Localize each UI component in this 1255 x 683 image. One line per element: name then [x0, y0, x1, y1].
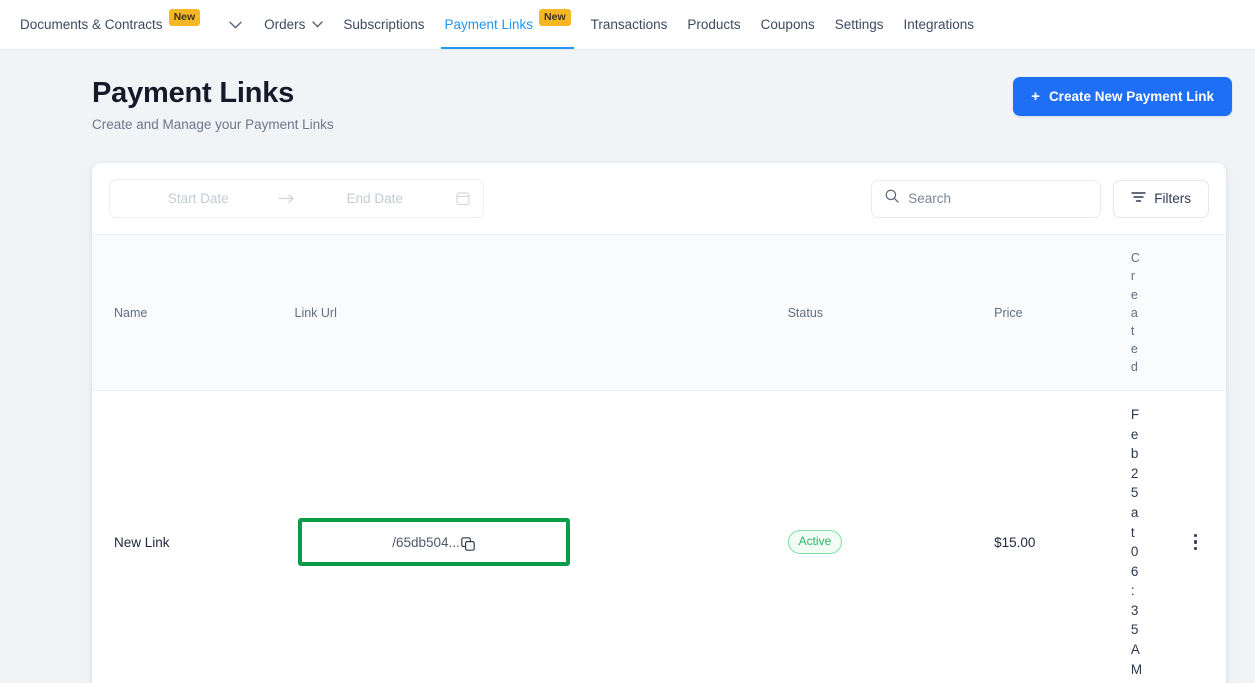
create-new-payment-link-label: Create New Payment Link	[1048, 89, 1214, 104]
nav-item-label: Transactions	[590, 17, 668, 32]
chevron-down-icon	[312, 21, 324, 28]
page-header-text: Payment Links Create and Manage your Pay…	[92, 77, 334, 132]
column-header-actions	[1165, 234, 1226, 392]
start-date-input[interactable]: Start Date	[123, 191, 274, 206]
nav-item-documents-and-contracts[interactable]: Documents & Contracts New	[10, 0, 210, 49]
page-content: Payment Links Create and Manage your Pay…	[0, 50, 1255, 683]
cell-link-url: /65db504...	[294, 390, 788, 683]
page-title: Payment Links	[92, 77, 295, 109]
column-header-price[interactable]: Price	[994, 234, 1131, 392]
link-url-wrapper: /65db504...	[295, 518, 788, 567]
column-header-created[interactable]: Created	[1130, 234, 1166, 392]
column-header-link-url[interactable]: Link Url	[294, 234, 788, 392]
cell-name: New Link	[92, 390, 295, 683]
new-badge: New	[539, 8, 571, 27]
nav-item-label: Coupons	[760, 17, 815, 32]
nav-item-payment-links[interactable]: Payment Links New	[434, 0, 580, 49]
copy-icon[interactable]	[460, 537, 475, 551]
kebab-dot	[1193, 546, 1198, 551]
table-header-row: Name Link Url Status Price Created	[92, 234, 1226, 392]
page-header: Payment Links Create and Manage your Pay…	[0, 50, 1255, 132]
active-tab-underline	[441, 47, 574, 49]
calendar-icon[interactable]	[450, 191, 470, 206]
nav-item-label: Orders	[264, 17, 306, 32]
nav-item-orders[interactable]: Orders	[254, 0, 333, 49]
cell-created: Feb 25 at 06:35 AM	[1130, 390, 1166, 683]
status-badge: Active	[787, 530, 843, 554]
end-date-input[interactable]: End Date	[300, 191, 451, 206]
column-header-name[interactable]: Name	[92, 234, 295, 392]
nav-items: Documents & Contracts New Orders Subscri…	[10, 0, 984, 49]
kebab-dot	[1193, 533, 1198, 538]
nav-item-settings[interactable]: Settings	[825, 0, 894, 49]
nav-item-label: Payment Links	[444, 17, 534, 32]
cell-status: Active	[787, 390, 995, 683]
nav-item-label: Subscriptions	[343, 17, 425, 32]
link-url-text: /65db504...	[392, 534, 460, 550]
create-new-payment-link-button[interactable]: + Create New Payment Link	[1013, 77, 1232, 116]
table-row[interactable]: New Link /65db504... Active $15.00 Feb 2…	[92, 390, 1226, 683]
table-header: Name Link Url Status Price Created	[92, 234, 1226, 392]
filters-button[interactable]: Filters	[1113, 179, 1209, 218]
nav-item-transactions[interactable]: Transactions	[581, 0, 678, 49]
search-input[interactable]: Search	[871, 179, 1102, 218]
nav-item-subscriptions[interactable]: Subscriptions	[333, 0, 434, 49]
column-header-created-text: Created	[1130, 251, 1140, 375]
cell-actions	[1165, 390, 1226, 683]
nav-item-label: Settings	[834, 17, 884, 32]
date-range-picker[interactable]: Start Date End Date	[109, 179, 484, 219]
plus-icon: +	[1031, 87, 1040, 105]
new-badge: New	[168, 8, 201, 27]
link-url-highlight-box[interactable]: /65db504...	[297, 518, 570, 567]
documents-dropdown-caret-icon[interactable]	[217, 0, 254, 49]
nav-item-integrations[interactable]: Integrations	[894, 0, 985, 49]
payment-links-card: Start Date End Date Search Filters Name …	[92, 163, 1226, 683]
table-body: New Link /65db504... Active $15.00 Feb 2…	[92, 390, 1226, 683]
date-range-arrow-icon	[274, 193, 300, 204]
table-toolbar: Start Date End Date Search Filters	[92, 163, 1226, 234]
column-header-status[interactable]: Status	[787, 234, 995, 392]
filters-label: Filters	[1154, 191, 1191, 207]
row-actions-menu-icon[interactable]	[1165, 533, 1226, 551]
nav-item-products[interactable]: Products	[677, 0, 750, 49]
nav-item-label: Integrations	[903, 17, 975, 32]
cell-created-text: Feb 25 at 06:35 AM	[1130, 407, 1143, 677]
nav-item-label: Documents & Contracts	[20, 17, 163, 32]
search-placeholder: Search	[908, 191, 952, 207]
payment-links-table: Name Link Url Status Price Created New L…	[92, 234, 1226, 683]
search-icon	[885, 189, 899, 208]
page-subtitle: Create and Manage your Payment Links	[92, 117, 334, 133]
cell-price: $15.00	[994, 390, 1131, 683]
nav-item-label: Products	[687, 17, 741, 32]
top-navigation-bar: Documents & Contracts New Orders Subscri…	[0, 0, 1255, 50]
filter-icon	[1131, 191, 1146, 206]
kebab-dot	[1193, 540, 1198, 544]
nav-item-coupons[interactable]: Coupons	[751, 0, 825, 49]
